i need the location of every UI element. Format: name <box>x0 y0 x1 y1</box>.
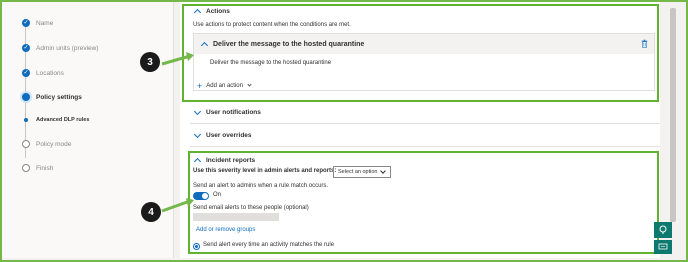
chevron-down-icon <box>193 107 202 115</box>
add-action-button[interactable]: + Add an action <box>197 81 257 91</box>
wizard-step-label: Locations <box>36 69 64 77</box>
chevron-down-icon <box>193 130 202 138</box>
callout-arrow-4 <box>161 198 194 213</box>
wizard-step-label: Advanced DLP rules <box>36 117 90 123</box>
add-remove-groups-link[interactable]: Add or remove groups <box>196 227 255 233</box>
wizard-step-label: Policy settings <box>36 93 82 101</box>
severity-dropdown[interactable]: Select an option <box>333 166 391 178</box>
check-icon: ✓ <box>22 69 30 77</box>
wizard-step-locations[interactable]: ✓ Locations <box>22 67 64 79</box>
alert-every-time-label: Send alert every time an activity matche… <box>203 242 335 248</box>
empty-step-icon <box>22 164 30 172</box>
chevron-up-icon <box>193 8 202 17</box>
divider <box>190 146 660 147</box>
wizard-step-policy-settings[interactable]: Policy settings <box>22 91 82 103</box>
callout-badge-4: 4 <box>141 202 161 222</box>
toggle-state-label: On <box>213 192 222 198</box>
wizard-step-name[interactable]: ✓ Name <box>22 17 53 29</box>
actions-section-toggle[interactable]: Actions <box>193 7 230 17</box>
help-glyph <box>659 225 667 234</box>
severity-label: Use this severity level in admin alerts … <box>193 168 337 174</box>
chat-glyph <box>658 243 668 250</box>
add-action-label: Add an action <box>206 83 243 89</box>
callout-badge-3: 3 <box>140 52 160 72</box>
email-recipients-field[interactable] <box>193 213 279 221</box>
check-icon: ✓ <box>22 19 30 27</box>
chevron-down-icon <box>380 168 386 174</box>
wizard-step-label: Admin units (preview) <box>36 44 99 52</box>
chevron-up-icon <box>193 157 202 166</box>
incident-reports-header: Incident reports <box>206 156 256 164</box>
action-card-title: Deliver the message to the hosted quaran… <box>213 40 365 48</box>
current-step-icon <box>22 93 30 101</box>
wizard-step-admin-units[interactable]: ✓ Admin units (preview) <box>22 42 99 54</box>
divider <box>190 123 660 124</box>
wizard-step-label: Finish <box>36 164 54 172</box>
actions-description: Use actions to protect content when the … <box>193 22 351 28</box>
user-overrides-header: User overrides <box>206 132 252 139</box>
user-notifications-header: User notifications <box>206 109 261 116</box>
email-alerts-label: Send email alerts to these people (optio… <box>193 205 309 211</box>
callout-arrow-3 <box>161 52 194 66</box>
check-icon: ✓ <box>22 44 30 52</box>
trash-icon[interactable] <box>641 39 648 48</box>
toggle-knob <box>202 193 208 199</box>
empty-step-icon <box>22 140 30 148</box>
wizard-step-policy-mode[interactable]: Policy mode <box>22 138 71 150</box>
wizard-step-label: Name <box>36 19 54 27</box>
action-card-header[interactable]: Deliver the message to the hosted quaran… <box>194 34 654 54</box>
scrollbar-thumb[interactable] <box>670 8 676 222</box>
chevron-down-icon <box>247 82 252 87</box>
user-notifications-toggle[interactable]: User notifications <box>193 107 261 116</box>
action-card-detail: Deliver the message to the hosted quaran… <box>210 60 332 66</box>
alert-every-time-radio[interactable] <box>193 243 200 250</box>
wizard-step-advanced-dlp[interactable]: Advanced DLP rules <box>22 114 89 126</box>
severity-dropdown-value: Select an option <box>338 169 378 175</box>
user-overrides-toggle[interactable]: User overrides <box>193 130 252 139</box>
chat-icon[interactable] <box>654 240 672 254</box>
callout-highlight-incident <box>188 151 659 254</box>
incident-reports-toggle[interactable]: Incident reports <box>193 156 256 166</box>
wizard-step-label: Policy mode <box>36 140 72 148</box>
chevron-up-icon <box>200 41 209 50</box>
action-card: Deliver the message to the hosted quaran… <box>193 33 655 91</box>
actions-header: Actions <box>206 7 230 15</box>
sub-step-icon <box>24 118 28 122</box>
wizard-step-finish[interactable]: Finish <box>22 162 53 174</box>
alert-admins-label: Send an alert to admins when a rule matc… <box>193 183 329 189</box>
help-icon[interactable] <box>654 222 672 238</box>
plus-icon: + <box>197 81 203 91</box>
